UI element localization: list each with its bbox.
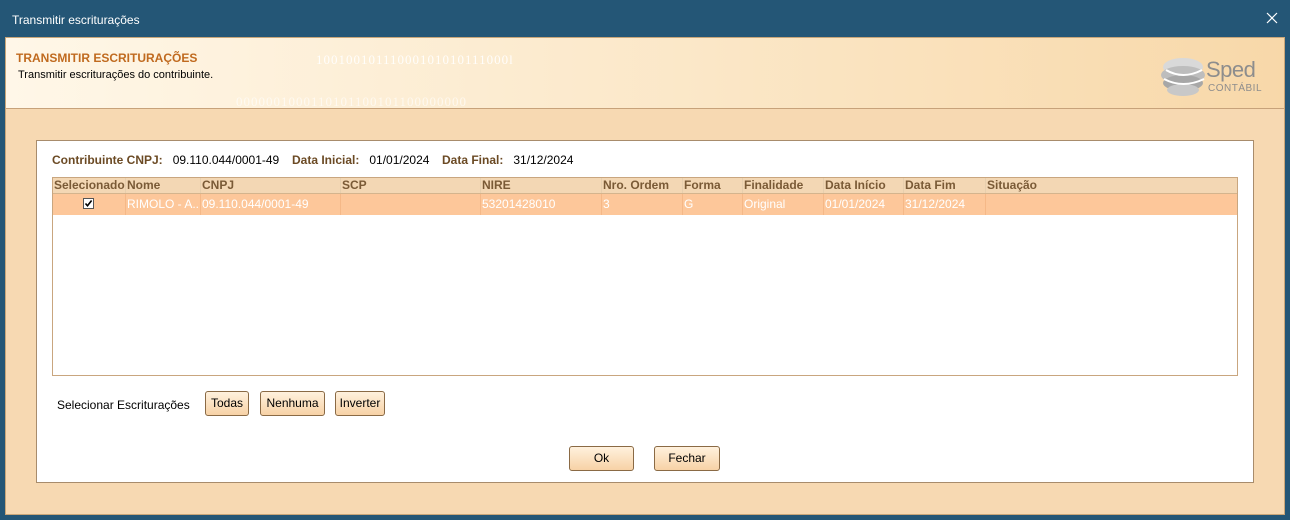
header-title: TRANSMITIR ESCRITURAÇÕES [16, 51, 198, 65]
select-all-button[interactable]: Todas [205, 391, 249, 416]
cell-data-inicio: 01/01/2024 [824, 194, 904, 215]
column-header-selecionado[interactable]: Selecionado [53, 178, 126, 193]
escrituracoes-table[interactable]: Selecionado Nome CNPJ SCP NIRE Nro. Orde… [52, 177, 1238, 376]
column-header-scp[interactable]: SCP [341, 178, 481, 193]
checkmark-icon [84, 200, 93, 208]
start-date-value: 01/01/2024 [369, 153, 430, 167]
header-subtitle: Transmitir escriturações do contribuinte… [18, 69, 214, 81]
column-header-finalidade[interactable]: Finalidade [743, 178, 824, 193]
cell-forma: G [683, 194, 743, 215]
header-binary-decoration: 10010010111000101010111000l [316, 52, 514, 67]
end-date-value: 31/12/2024 [513, 153, 574, 167]
end-date-label: Data Final: [442, 153, 504, 167]
column-header-nire[interactable]: NIRE [481, 178, 602, 193]
column-header-situacao[interactable]: Situação [986, 178, 1237, 193]
cell-situacao [986, 194, 1237, 215]
invert-selection-button[interactable]: Inverter [335, 391, 385, 416]
content-panel: Contribuinte CNPJ: 09.110.044/0001-49 Da… [36, 140, 1254, 483]
logo-text: Sped [1206, 57, 1256, 82]
column-header-forma[interactable]: Forma [683, 178, 743, 193]
column-header-data-fim[interactable]: Data Fim [904, 178, 986, 193]
dialog-window: Transmitir escriturações 100100101110001… [0, 0, 1290, 520]
column-header-nro-ordem[interactable]: Nro. Ordem [602, 178, 683, 193]
window-title: Transmitir escriturações [12, 13, 140, 27]
sped-logo: Sped CONTÁBIL [1158, 53, 1262, 99]
cell-cnpj: 09.110.044/0001-49 [201, 194, 341, 215]
start-date-info: Data Inicial: 01/01/2024 [292, 153, 429, 167]
cell-finalidade: Original [743, 194, 824, 215]
close-icon[interactable] [1264, 10, 1280, 26]
header-banner: 10010010111000101010111000l 000000100011… [6, 38, 1284, 109]
column-header-nome[interactable]: Nome [126, 178, 201, 193]
cnpj-value: 09.110.044/0001-49 [172, 153, 280, 167]
ok-button[interactable]: Ok [569, 446, 634, 471]
fechar-button[interactable]: Fechar [654, 446, 720, 471]
select-none-button[interactable]: Nenhuma [260, 391, 325, 416]
title-bar[interactable]: Transmitir escriturações [0, 0, 1290, 37]
dialog-body: 10010010111000101010111000l 000000100011… [5, 37, 1285, 515]
column-header-data-inicio[interactable]: Data Início [824, 178, 904, 193]
table-header: Selecionado Nome CNPJ SCP NIRE Nro. Orde… [53, 178, 1237, 194]
start-date-label: Data Inicial: [292, 153, 360, 167]
cell-nire: 53201428010 [481, 194, 602, 215]
cnpj-info: Contribuinte CNPJ: 09.110.044/0001-49 [52, 153, 279, 167]
cell-selecionado [53, 194, 126, 215]
cell-data-fim: 31/12/2024 [904, 194, 986, 215]
cnpj-label: Contribuinte CNPJ: [52, 153, 163, 167]
column-header-cnpj[interactable]: CNPJ [201, 178, 341, 193]
table-row[interactable]: RIMOLO - A... 09.110.044/0001-49 5320142… [53, 194, 1237, 215]
header-binary-decoration-2: 0000001000110101100101100000000 [236, 94, 468, 109]
row-select-checkbox[interactable] [83, 198, 94, 209]
cell-nro-ordem: 3 [602, 194, 683, 215]
select-escrituracoes-label: Selecionar Escriturações [57, 398, 190, 412]
logo-subtext: CONTÁBIL [1208, 83, 1263, 94]
sped-logo-icon [1161, 58, 1205, 96]
cell-nome: RIMOLO - A... [126, 194, 201, 215]
cell-scp [341, 194, 481, 215]
end-date-info: Data Final: 31/12/2024 [442, 153, 573, 167]
